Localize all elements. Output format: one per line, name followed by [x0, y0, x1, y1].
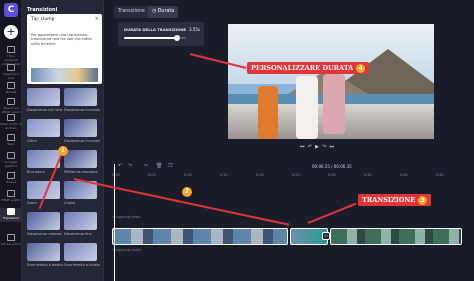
callout-duration: PERSONALIZZARE DURATA 4	[247, 62, 370, 74]
transition-thumb[interactable]	[27, 243, 60, 261]
tip-image	[31, 68, 98, 82]
timeline-ruler: 0:00 0:05 0:10 0:15 0:20 0:25 0:30 0:35 0:40 0:45	[112, 172, 474, 180]
delete-icon[interactable]: 🗑	[156, 163, 162, 169]
record-icon	[7, 64, 15, 71]
transition-thumb-label: Effetto da sfocatura	[64, 170, 98, 174]
step-badge-1: 1	[58, 146, 68, 156]
preview-person-3	[323, 74, 345, 134]
cut-icon[interactable]: ✂	[144, 163, 148, 169]
ruler-tick: 0:35	[364, 173, 372, 177]
timeline-toolbar: ↶ ↷ ✂ 🗑 ❐	[104, 162, 474, 172]
transition-thumb[interactable]	[27, 212, 60, 230]
transition-thumb-label: Dissolvenza nel nero	[27, 108, 63, 112]
transition-thumb-label: Bruciatura	[27, 170, 45, 174]
rail-item-brandkit[interactable]: Kit del brand	[0, 234, 22, 246]
brandkit-icon	[7, 234, 15, 241]
ruler-tick: 0:20	[256, 173, 264, 177]
transition-thumb[interactable]	[27, 88, 60, 106]
ruler-tick: 0:15	[220, 173, 228, 177]
rail-item-templates[interactable]: Modelli	[0, 82, 22, 94]
fullscreen-icon[interactable]: ⏭	[330, 144, 335, 150]
slider-fill	[124, 37, 177, 39]
step-badge-2: 2	[182, 187, 192, 197]
tip-text: Per aggiungere una transizione, trascina…	[31, 33, 92, 46]
transition-thumb-label: Glitch	[27, 139, 37, 143]
panel-title: Transizioni	[27, 7, 58, 13]
callout-transition: TRANSIZIONE 3	[358, 194, 432, 206]
transition-thumb[interactable]	[64, 88, 97, 106]
transition-thumb[interactable]	[64, 119, 97, 137]
rewind-icon[interactable]: ⏮	[300, 144, 305, 150]
forward-icon[interactable]: ↷	[322, 144, 326, 150]
transition-marker-icon[interactable]: ◇	[322, 232, 330, 240]
plus-icon[interactable]: +	[4, 25, 18, 39]
duration-slider[interactable]	[124, 35, 186, 41]
transition-thumb-label: Scorrimento a destra	[27, 263, 63, 267]
rail-item-graphics[interactable]: Immagini grafiche	[0, 152, 22, 168]
tab-duration[interactable]: ◷ Durata	[148, 6, 179, 18]
ruler-tick: 0:10	[184, 173, 192, 177]
rail-item-text[interactable]: Testo	[0, 134, 22, 146]
play-icon[interactable]: ▶	[315, 144, 319, 150]
transition-thumb-label: Dissolvenza incrociata	[64, 108, 100, 112]
video-clip-1[interactable]	[112, 228, 288, 245]
ruler-tick: 0:30	[328, 173, 336, 177]
undo-icon[interactable]: ↶	[118, 163, 122, 169]
redo-icon[interactable]: ↷	[128, 163, 132, 169]
slider-knob[interactable]	[173, 35, 180, 41]
music-icon	[7, 98, 15, 105]
close-icon[interactable]: ×	[95, 16, 99, 22]
duration-popup: DURATA DELLA TRANSIZIONE 3.55s	[118, 22, 204, 46]
stock-icon	[7, 114, 15, 121]
transition-thumb-label: Zoom	[27, 201, 37, 205]
ruler-tick: 0:25	[292, 173, 300, 177]
duplicate-icon[interactable]: ❐	[168, 163, 172, 169]
preview-person-1	[258, 86, 278, 139]
transition-thumb-label: Dissolvenza fine	[64, 232, 92, 236]
rail-item-music[interactable]: Musica ed effetti sonori	[0, 98, 22, 114]
transition-thumb-label: Scorrimento a sinistra	[64, 263, 100, 267]
text-icon	[7, 134, 15, 141]
tip-card: Tip: clump × Per aggiungere una transizi…	[27, 14, 102, 84]
rail-item-stock[interactable]: Video e foto di archivio	[0, 114, 22, 130]
transition-thumb[interactable]	[27, 119, 60, 137]
player-controls: ⏮ ↶ ▶ ↷ ⏭	[300, 144, 334, 150]
rail-item-transitions[interactable]: Transizioni	[0, 208, 22, 222]
effects-icon	[7, 190, 15, 197]
video-preview[interactable]	[228, 24, 434, 139]
rail-item-brand[interactable]: Brand	[0, 172, 22, 184]
ruler-tick: 0:05	[148, 173, 156, 177]
templates-icon	[7, 82, 15, 89]
left-rail: C + I tuoi contenuti multimediali Regist…	[0, 0, 22, 281]
transitions-panel: Transizioni Tip: clump × Per aggiungere …	[22, 0, 104, 281]
duration-label: DURATA DELLA TRANSIZIONE	[124, 27, 187, 32]
text-track[interactable]: + Aggiungi testo	[112, 214, 462, 220]
transition-thumb-label: Griglia	[64, 201, 76, 205]
playhead[interactable]	[114, 164, 115, 281]
tab-transition[interactable]: Transizione	[114, 6, 149, 18]
transition-thumb[interactable]	[64, 243, 97, 261]
transition-thumb-label: Dissolvenza incrociata	[64, 139, 100, 143]
transition-thumb[interactable]	[64, 150, 97, 168]
graphics-icon	[7, 152, 15, 159]
video-clip-2[interactable]	[330, 228, 462, 245]
duration-value[interactable]: 3.55s	[189, 27, 200, 32]
audio-track[interactable]: + Aggiungi audio	[112, 247, 462, 253]
media-icon	[7, 46, 15, 53]
ruler-tick: 0:40	[400, 173, 408, 177]
rail-item-record[interactable]: Registra e crea	[0, 64, 22, 80]
transition-thumb[interactable]	[64, 212, 97, 230]
ruler-tick: 0:45	[436, 173, 444, 177]
transitions-icon	[7, 208, 15, 215]
clipchamp-logo-icon[interactable]: C	[4, 3, 18, 17]
top-bar: Transizione ◷ Durata	[104, 0, 474, 22]
back-icon[interactable]: ↶	[308, 144, 312, 150]
brand-icon	[7, 172, 15, 179]
app-window: C + I tuoi contenuti multimediali Regist…	[0, 0, 474, 281]
preview-person-2	[296, 76, 318, 139]
rail-item-effects[interactable]: Effetti grafici	[0, 190, 22, 202]
transition-thumb-label: Dissolvenza rotonda	[27, 232, 62, 236]
rail-item-media[interactable]: I tuoi contenuti multimediali	[0, 46, 22, 66]
tip-title: Tip: clump	[31, 17, 55, 22]
